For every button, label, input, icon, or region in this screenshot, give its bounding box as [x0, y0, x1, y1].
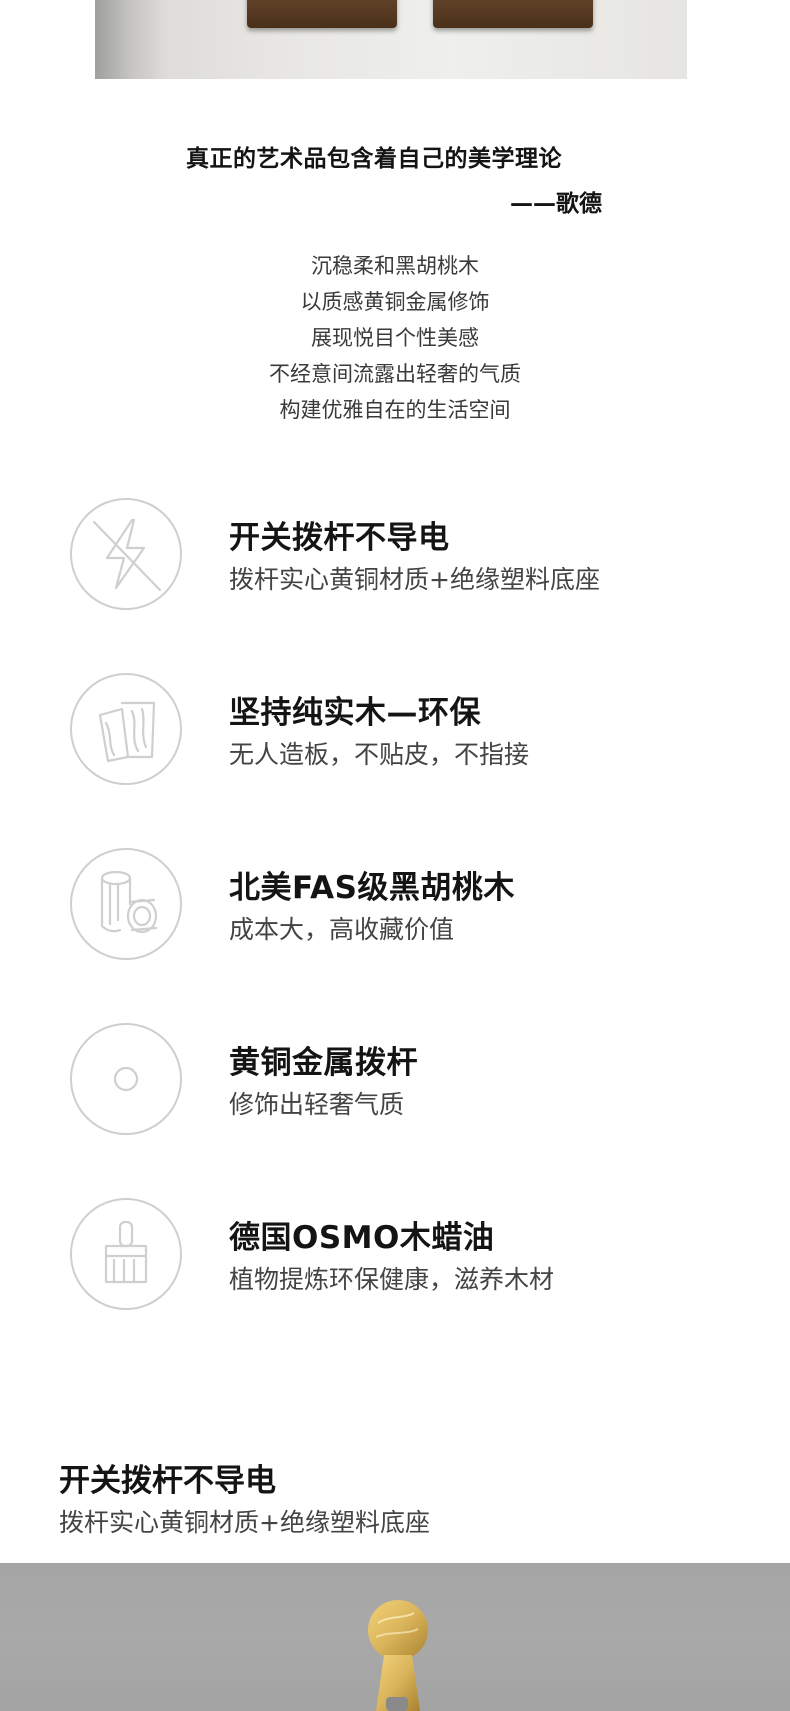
feature-title: 坚持纯实木—环保 — [229, 695, 481, 731]
feature-title: 德国OSMO木蜡油 — [229, 1220, 495, 1256]
feature-icon-circle — [70, 848, 182, 960]
feature-title: 北美FAS级黑胡桃木 — [229, 870, 515, 906]
feature-icon-circle — [70, 1198, 182, 1310]
wood-logs-icon — [100, 870, 158, 934]
description-poem: 沉稳柔和黑胡桃木 以质感黄铜金属修饰 展现悦目个性美感 不经意间流露出轻奢的气质… — [195, 248, 595, 428]
poem-line: 不经意间流露出轻奢的气质 — [269, 362, 521, 386]
quote-text: 真正的艺术品包含着自己的美学理论 — [186, 146, 562, 172]
feature-item-osmo-oil: 德国OSMO木蜡油 植物提炼环保健康，滋养木材 — [0, 1198, 790, 1318]
feature-icon-circle — [70, 673, 182, 785]
walnut-switch-plate-right — [433, 0, 593, 28]
section-title: 开关拨杆不导电 — [59, 1463, 276, 1499]
poem-line: 展现悦目个性美感 — [311, 326, 479, 350]
hero-shadow — [95, 0, 165, 79]
feature-desc: 成本大，高收藏价值 — [229, 915, 455, 944]
brass-lever-photo — [0, 1563, 790, 1711]
feature-icon-circle — [70, 1023, 182, 1135]
poem-line: 以质感黄铜金属修饰 — [300, 290, 490, 314]
brass-lever-illustration — [368, 1600, 428, 1711]
poem-line: 沉稳柔和黑胡桃木 — [311, 254, 479, 278]
feature-icon-circle — [70, 498, 182, 610]
no-electricity-icon — [92, 518, 162, 592]
feature-title: 黄铜金属拨杆 — [229, 1045, 418, 1081]
quote-block: 真正的艺术品包含着自己的美学理论 ——歌德 — [186, 143, 602, 220]
feature-item-brass-lever: 黄铜金属拨杆 修饰出轻奢气质 — [0, 1023, 790, 1143]
feature-desc: 拨杆实心黄铜材质+绝缘塑料底座 — [229, 565, 600, 594]
paint-brush-icon — [104, 1220, 148, 1284]
hero-photo — [95, 0, 687, 79]
feature-desc: 无人造板，不贴皮，不指接 — [229, 740, 530, 769]
feature-desc: 修饰出轻奢气质 — [229, 1090, 405, 1119]
walnut-switch-plate-left — [247, 0, 397, 28]
section-desc: 拨杆实心黄铜材质+绝缘塑料底座 — [59, 1508, 430, 1537]
feature-title: 开关拨杆不导电 — [229, 520, 450, 556]
wood-board-icon — [98, 701, 156, 763]
feature-item-walnut: 北美FAS级黑胡桃木 成本大，高收藏价值 — [0, 848, 790, 968]
feature-item-non-conductive: 开关拨杆不导电 拨杆实心黄铜材质+绝缘塑料底座 — [0, 498, 790, 618]
feature-desc: 植物提炼环保健康，滋养木材 — [229, 1265, 555, 1294]
brass-disc-icon — [113, 1066, 139, 1092]
feature-item-solid-wood: 坚持纯实木—环保 无人造板，不贴皮，不指接 — [0, 673, 790, 793]
quote-author: ——歌德 — [510, 191, 602, 217]
poem-line: 构建优雅自在的生活空间 — [279, 398, 511, 422]
